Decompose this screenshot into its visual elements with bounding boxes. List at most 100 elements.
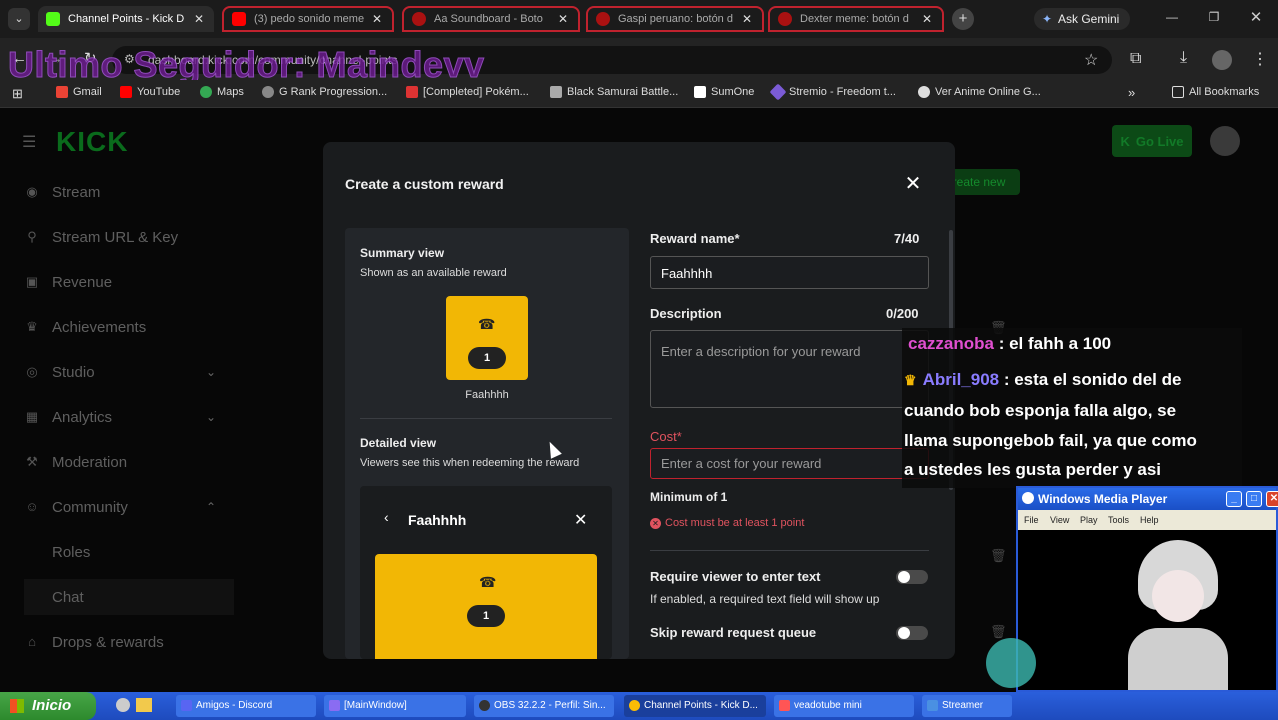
close-tab-icon[interactable]: ✕ bbox=[192, 12, 206, 26]
sidebar-item-roles[interactable]: Roles bbox=[24, 534, 234, 570]
cost-input[interactable]: Enter a cost for your reward bbox=[650, 448, 929, 479]
stream-icon: ◉ bbox=[26, 184, 38, 199]
tab-search-button[interactable]: ⌄ bbox=[8, 8, 30, 30]
detailed-view-title: Detailed view bbox=[360, 436, 437, 450]
tab-dexter[interactable]: Dexter meme: botón d ✕ bbox=[768, 6, 944, 32]
minimize-icon[interactable]: _ bbox=[1226, 491, 1242, 507]
back-chevron-icon[interactable]: ‹ bbox=[384, 509, 389, 525]
taskbar-item-discord[interactable]: Amigos - Discord bbox=[176, 695, 316, 717]
all-bookmarks-label: All Bookmarks bbox=[1189, 86, 1260, 98]
key-icon: ⚲ bbox=[27, 229, 37, 244]
maximize-window-icon[interactable]: ❐ bbox=[1204, 10, 1224, 26]
folder-icon bbox=[1172, 86, 1184, 98]
sidebar-item-studio[interactable]: ◎ Studio ⌄ bbox=[24, 354, 234, 390]
chat-username: Abril_908 bbox=[922, 370, 1000, 389]
trash-icon[interactable]: 🗑 bbox=[990, 548, 1007, 564]
close-window-icon[interactable]: ✕ bbox=[1246, 8, 1266, 26]
require-text-toggle[interactable] bbox=[896, 570, 928, 584]
bookmark-black-samurai[interactable]: Black Samurai Battle... bbox=[550, 86, 678, 98]
tab-gaspi[interactable]: Gaspi peruano: botón d ✕ bbox=[586, 6, 764, 32]
ask-gemini-button[interactable]: ✦ Ask Gemini bbox=[1034, 8, 1130, 30]
media-player-title: Windows Media Player bbox=[1038, 492, 1168, 506]
tab-channel-points[interactable]: Channel Points - Kick D ✕ bbox=[38, 6, 214, 32]
bookmark-star-icon[interactable]: ☆ bbox=[1084, 50, 1098, 70]
menu-play[interactable]: Play bbox=[1080, 515, 1098, 525]
trash-icon[interactable]: 🗑 bbox=[990, 624, 1007, 640]
bookmark-gmail[interactable]: Gmail bbox=[56, 86, 102, 98]
sidebar-item-revenue[interactable]: ▣ Revenue bbox=[24, 264, 234, 300]
maximize-icon[interactable]: □ bbox=[1246, 491, 1262, 507]
ask-gemini-label: Ask Gemini bbox=[1058, 12, 1120, 26]
bookmark-label: Maps bbox=[217, 86, 244, 98]
more-bookmarks-icon[interactable]: » bbox=[1128, 85, 1135, 100]
taskbar-item-streamer[interactable]: Streamer bbox=[922, 695, 1012, 717]
reward-form: Reward name* 7/40 Faahhhh Description 0/… bbox=[650, 228, 932, 659]
apps-grid-icon[interactable]: ⊞ bbox=[12, 86, 23, 102]
bookmark-pokemon[interactable]: [Completed] Pokém... bbox=[406, 86, 529, 98]
bookmark-sumone[interactable]: SumOne bbox=[694, 86, 754, 98]
menu-file[interactable]: File bbox=[1024, 515, 1039, 525]
browser-menu-icon[interactable]: ⋮ bbox=[1252, 49, 1268, 69]
bookmark-g-rank[interactable]: G Rank Progression... bbox=[262, 86, 387, 98]
close-tab-icon[interactable]: ✕ bbox=[740, 12, 754, 26]
close-icon[interactable]: ✕ bbox=[1266, 491, 1278, 507]
start-button[interactable]: Inicio bbox=[0, 692, 96, 720]
reward-name-input[interactable]: Faahhhh bbox=[650, 256, 929, 289]
sidebar-item-achievements[interactable]: ♛ Achievements bbox=[24, 309, 234, 345]
extensions-icon[interactable]: ⧉ bbox=[1130, 50, 1141, 68]
close-icon[interactable]: ✕ bbox=[574, 510, 587, 530]
menu-view[interactable]: View bbox=[1050, 515, 1069, 525]
trophy-icon: ♛ bbox=[26, 319, 38, 334]
folder-icon[interactable] bbox=[136, 698, 152, 712]
sidebar-item-stream[interactable]: ◉ Stream bbox=[24, 174, 234, 210]
obs-icon bbox=[479, 700, 490, 711]
sidebar-item-label: Stream URL & Key bbox=[52, 228, 179, 246]
kick-logo[interactable]: KICK bbox=[56, 126, 128, 158]
sidebar-item-chat[interactable]: Chat bbox=[24, 579, 234, 615]
divider bbox=[650, 550, 929, 551]
hamburger-menu-icon[interactable]: ☰ bbox=[22, 132, 36, 152]
modal-title: Create a custom reward bbox=[345, 176, 504, 192]
taskbar-item-mainwindow[interactable]: [MainWindow] bbox=[324, 695, 466, 717]
globe-icon bbox=[262, 86, 274, 98]
go-live-button[interactable]: K Go Live bbox=[1112, 125, 1192, 157]
close-tab-icon[interactable]: ✕ bbox=[556, 12, 570, 26]
profile-icon[interactable] bbox=[1212, 50, 1232, 70]
all-bookmarks-folder[interactable]: All Bookmarks bbox=[1172, 86, 1259, 98]
pokeball-icon bbox=[406, 86, 418, 98]
tab-soundboard[interactable]: Aa Soundboard - Boto ✕ bbox=[402, 6, 580, 32]
minimize-window-icon[interactable]: — bbox=[1162, 10, 1182, 26]
description-input[interactable]: Enter a description for your reward bbox=[650, 330, 929, 408]
close-modal-button[interactable]: ✕ bbox=[901, 172, 925, 196]
download-icon[interactable]: ⤓ bbox=[1180, 49, 1187, 67]
streamer-icon bbox=[927, 700, 938, 711]
avatar[interactable] bbox=[1210, 126, 1240, 156]
bookmark-youtube[interactable]: YouTube bbox=[120, 86, 180, 98]
sidebar-item-stream-url-key[interactable]: ⚲ Stream URL & Key bbox=[24, 219, 234, 255]
moderation-icon: ⚒ bbox=[26, 454, 38, 469]
bookmark-maps[interactable]: Maps bbox=[200, 86, 244, 98]
tab-pedo-sonido[interactable]: (3) pedo sonido meme ✕ bbox=[222, 6, 394, 32]
close-tab-icon[interactable]: ✕ bbox=[370, 12, 384, 26]
close-tab-icon[interactable]: ✕ bbox=[920, 12, 934, 26]
taskbar-item-obs[interactable]: OBS 32.2.2 - Perfil: Sin... bbox=[474, 695, 614, 717]
tab-label: Aa Soundboard - Boto bbox=[434, 13, 543, 25]
sidebar-item-community[interactable]: ☺ Community ⌃ bbox=[24, 489, 234, 525]
new-tab-button[interactable]: + bbox=[952, 8, 974, 30]
sidebar-item-moderation[interactable]: ⚒ Moderation bbox=[24, 444, 234, 480]
media-player-titlebar[interactable]: Windows Media Player _ □ ✕ bbox=[1018, 488, 1278, 510]
taskbar-item-label: [MainWindow] bbox=[344, 700, 407, 711]
bookmark-stremio[interactable]: Stremio - Freedom t... bbox=[769, 83, 896, 101]
quicklaunch-icon[interactable] bbox=[116, 698, 130, 712]
sidebar-item-analytics[interactable]: ▦ Analytics ⌄ bbox=[24, 399, 234, 435]
taskbar-item-veadotube[interactable]: veadotube mini bbox=[774, 695, 914, 717]
menu-tools[interactable]: Tools bbox=[1108, 515, 1129, 525]
reward-name-counter: 7/40 bbox=[894, 231, 920, 246]
summary-view-subtitle: Shown as an available reward bbox=[360, 267, 507, 279]
skip-queue-toggle[interactable] bbox=[896, 626, 928, 640]
sidebar-item-drops-rewards[interactable]: ⌂ Drops & rewards bbox=[24, 624, 234, 660]
taskbar-item-chrome[interactable]: Channel Points - Kick D... bbox=[624, 695, 766, 717]
menu-help[interactable]: Help bbox=[1140, 515, 1159, 525]
bookmark-label: Black Samurai Battle... bbox=[567, 86, 679, 98]
bookmark-ver-anime[interactable]: Ver Anime Online G... bbox=[918, 86, 1041, 98]
